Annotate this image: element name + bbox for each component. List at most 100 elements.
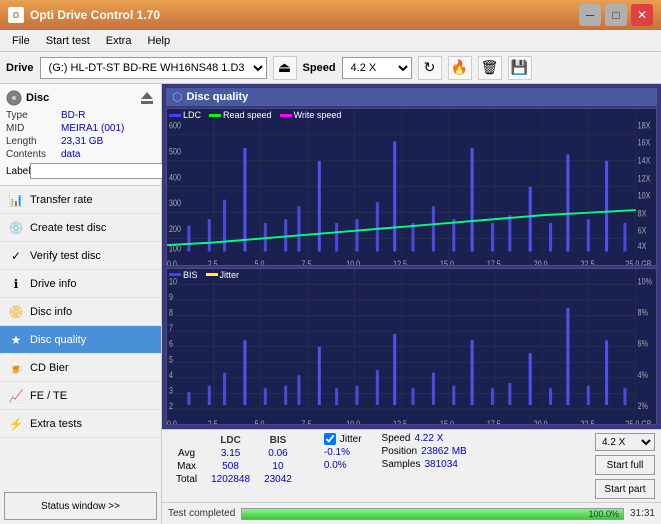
verify-test-icon: ✓ [8,248,24,264]
jitter-checkbox[interactable] [324,433,336,445]
svg-text:8%: 8% [638,307,648,317]
avg-ldc: 3.15 [205,448,256,459]
quality-header: ⬡ Disc quality [166,88,657,106]
length-value: 23,31 GB [61,136,103,147]
svg-text:10%: 10% [638,276,652,286]
chart1-legend: LDC Read speed Write speed [169,110,341,120]
total-bis: 23042 [258,474,298,485]
svg-text:5: 5 [169,354,173,364]
refresh-button[interactable]: ↻ [418,56,442,80]
svg-text:2.5: 2.5 [208,259,218,264]
type-value: BD-R [61,110,85,121]
max-jitter: 0.0% [324,460,362,471]
avg-bis: 0.06 [258,448,298,459]
disc-section-icon [6,90,22,106]
sidebar-item-cd-bier[interactable]: 🍺 CD Bier [0,354,161,382]
svg-text:20.0: 20.0 [534,419,548,424]
avg-jitter: -0.1% [324,447,362,458]
bis-header: BIS [258,435,298,446]
title-bar: O Opti Drive Control 1.70 ─ □ ✕ [0,0,661,30]
menu-extra[interactable]: Extra [98,33,140,49]
menu-help[interactable]: Help [139,33,178,49]
drive-info-icon: ℹ [8,276,24,292]
svg-text:12.5: 12.5 [393,259,407,264]
svg-text:600: 600 [169,121,181,131]
menu-start-test[interactable]: Start test [38,33,98,49]
nav-items: 📊 Transfer rate 💿 Create test disc ✓ Ver… [0,186,161,488]
start-part-button[interactable]: Start part [595,479,655,499]
svg-text:5.0: 5.0 [255,259,265,264]
status-window-button[interactable]: Status window >> [4,492,157,520]
sidebar-item-drive-info[interactable]: ℹ Drive info [0,270,161,298]
position-label: Position [382,446,418,457]
bis-legend-label: BIS [183,270,198,280]
svg-text:10.0: 10.0 [346,259,360,264]
svg-text:2.5: 2.5 [208,419,218,424]
svg-text:7: 7 [169,323,173,333]
read-legend-color [209,114,221,117]
sidebar-label-extra-tests: Extra tests [30,418,82,430]
speed-select[interactable]: 4.2 X [342,57,412,79]
disc-eject-icon[interactable] [139,90,155,106]
svg-text:10.0: 10.0 [346,419,360,424]
progress-fill [242,509,623,519]
chart2-svg: 10 9 8 7 6 5 4 3 2 10% 8% 6% 4% [167,269,656,425]
sidebar-item-transfer-rate[interactable]: 📊 Transfer rate [0,186,161,214]
maximize-button[interactable]: □ [605,4,627,26]
cd-bier-icon: 🍺 [8,360,24,376]
label-input[interactable] [30,163,168,179]
sidebar-item-verify-test[interactable]: ✓ Verify test disc [0,242,161,270]
jitter-legend-color [206,273,218,276]
total-label: Total [170,474,203,485]
menu-file[interactable]: File [4,33,38,49]
elapsed-time: 31:31 [630,508,655,519]
erase-button[interactable]: 🗑 [478,56,502,80]
svg-text:14X: 14X [638,156,651,166]
burn-button[interactable]: 🔥 [448,56,472,80]
disc-quality-icon: ★ [8,332,24,348]
eject-button[interactable]: ⏏ [273,56,297,80]
title-bar-text: Opti Drive Control 1.70 [30,8,160,22]
drive-select[interactable]: (G:) HL-DT-ST BD-RE WH16NS48 1.D3 [40,57,267,79]
ldc-chart: LDC Read speed Write speed [166,108,657,266]
progress-bar: 100.0% [241,508,624,520]
start-full-button[interactable]: Start full [595,455,655,475]
charts-container: LDC Read speed Write speed [166,108,657,425]
label-field-label: Label [6,166,30,177]
minimize-button[interactable]: ─ [579,4,601,26]
ldc-header: LDC [205,435,256,446]
ldc-legend: LDC [169,110,201,120]
quality-title: Disc quality [186,91,248,103]
sidebar-item-disc-quality[interactable]: ★ Disc quality [0,326,161,354]
svg-text:9: 9 [169,292,173,302]
save-button[interactable]: 💾 [508,56,532,80]
sidebar-label-drive-info: Drive info [30,278,76,290]
svg-text:8X: 8X [638,209,647,219]
svg-text:25.0 GB: 25.0 GB [625,259,651,264]
jitter-legend-label: Jitter [220,270,240,280]
svg-text:400: 400 [169,172,181,182]
write-legend-color [280,114,292,117]
sidebar-item-create-test[interactable]: 💿 Create test disc [0,214,161,242]
action-buttons: 4.2 X Start full Start part [595,433,655,499]
stats-table: LDC BIS Avg 3.15 0.06 Max 508 10 [168,433,314,487]
sidebar-item-extra-tests[interactable]: ⚡ Extra tests [0,410,161,438]
sidebar-label-disc-info: Disc info [30,306,72,318]
svg-text:2%: 2% [638,401,648,411]
sidebar-item-fe-te[interactable]: 📈 FE / TE [0,382,161,410]
close-button[interactable]: ✕ [631,4,653,26]
sidebar-label-cd-bier: CD Bier [30,362,69,374]
svg-text:17.5: 17.5 [487,419,501,424]
svg-text:20.0: 20.0 [534,259,548,264]
total-ldc: 1202848 [205,474,256,485]
bis-legend: BIS [169,270,198,280]
max-label: Max [170,461,203,472]
test-speed-select[interactable]: 4.2 X [595,433,655,451]
sidebar-item-disc-info[interactable]: 📀 Disc info [0,298,161,326]
write-legend: Write speed [280,110,342,120]
svg-text:8: 8 [169,307,173,317]
write-legend-label: Write speed [294,110,342,120]
svg-text:200: 200 [169,224,181,234]
svg-text:16X: 16X [638,138,651,148]
max-ldc: 508 [205,461,256,472]
